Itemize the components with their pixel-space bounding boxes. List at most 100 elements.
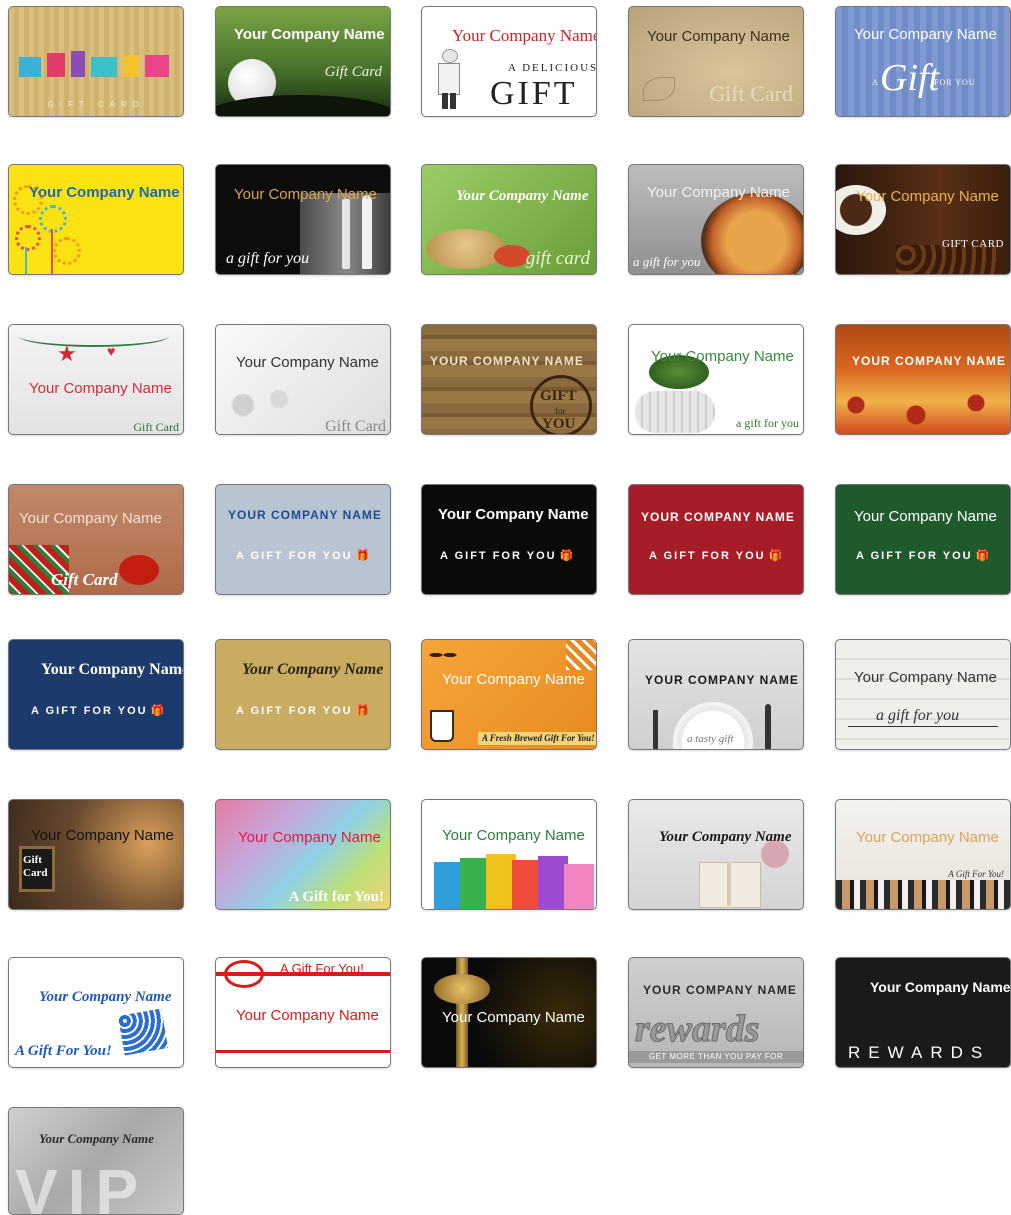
company-name: Your Company Name	[31, 827, 174, 844]
company-name: Your Company Name	[234, 26, 385, 43]
gift-card-black-cutlery[interactable]: Your Company Name a gift for you	[215, 164, 391, 275]
gift-card-gift-box-photo[interactable]: Your Company Name	[628, 799, 804, 910]
card-kicker: A DELICIOUS	[508, 62, 597, 74]
gift-card-light-blue[interactable]: YOUR COMPANY NAME A GIFT FOR YOU 🎁	[215, 484, 391, 595]
company-name: Your Company Name	[452, 26, 597, 45]
company-name: Your Company Name	[234, 186, 377, 203]
card-caption: A Gift For You!	[280, 961, 364, 976]
sombrero-image	[426, 229, 506, 269]
star-ornament-icon: ★	[57, 341, 77, 366]
gift-card-navy[interactable]: Your Company Name A GIFT FOR YOU 🎁	[8, 639, 184, 750]
gift-card-golf[interactable]: Your Company Name Gift Card	[215, 6, 391, 117]
company-name: Your Company Name	[854, 508, 997, 525]
gift-card-whitewash-wood[interactable]: Your Company Name a gift for you	[835, 639, 1011, 750]
gift-card-rewards-black[interactable]: Your Company Name REWARDS	[835, 957, 1011, 1068]
card-caption: A GIFT FOR YOU 🎁	[236, 706, 371, 717]
card-caption: VIP	[15, 1156, 149, 1215]
gift-card-holiday-snow[interactable]: ★ ♥ Your Company Name Gift Card	[8, 324, 184, 435]
pepper-image	[119, 555, 159, 585]
gift-card-yellow-flowers[interactable]: Your Company Name	[8, 164, 184, 275]
presents-illustration	[19, 49, 175, 79]
card-caption: Gift Card	[325, 418, 386, 435]
card-caption: REWARDS	[848, 1043, 991, 1062]
gift-card-coffee[interactable]: Your Company Name GIFT CARD	[835, 164, 1011, 275]
knife-icon	[765, 704, 771, 749]
company-name: YOUR COMPANY NAME	[430, 354, 584, 368]
gift-card-red-ribbon[interactable]: A Gift For You! Your Company Name	[215, 957, 391, 1068]
gift-card-vip[interactable]: Your Company Name VIP	[8, 1107, 184, 1215]
company-name: Your Company Name	[236, 1007, 379, 1024]
card-caption: Gift	[880, 57, 940, 99]
floral-pattern	[216, 375, 306, 434]
company-name: YOUR COMPANY NAME	[643, 983, 797, 997]
card-caption: GIFT CARD	[47, 100, 145, 109]
caption-text: A GIFT FOR YOU	[440, 550, 557, 562]
stamp-suffix: YOU	[542, 416, 576, 432]
company-name: Your Company Name	[651, 348, 794, 365]
card-caption: a gift for you	[226, 250, 310, 267]
gift-card-wood-stamp[interactable]: YOUR COMPANY NAME GIFT for YOU	[421, 324, 597, 435]
gift-card-fiesta[interactable]: Your Company Name gift card	[421, 164, 597, 275]
knife-icon	[362, 195, 372, 269]
gift-card-green[interactable]: Your Company Name A GIFT FOR YOU 🎁	[835, 484, 1011, 595]
gift-card-black[interactable]: Your Company Name A GIFT FOR YOU 🎁	[421, 484, 597, 595]
gift-card-spa[interactable]: Your Company Name a gift for you	[628, 324, 804, 435]
fork-icon	[653, 710, 658, 749]
leaf-illustration	[643, 77, 675, 101]
chef-illustration	[434, 49, 462, 111]
company-name: Your Company Name	[856, 829, 999, 846]
gift-card-rewards-silver[interactable]: YOUR COMPANY NAME rewards GET MORE THAN …	[628, 957, 804, 1068]
ribbon-bottom	[216, 1050, 390, 1053]
gift-card-red[interactable]: YOUR COMPANY NAME A GIFT FOR YOU 🎁	[628, 484, 804, 595]
fork-icon	[342, 199, 350, 269]
card-caption: A GIFT FOR YOU 🎁	[440, 551, 575, 562]
company-name: Your Company Name	[442, 827, 585, 844]
card-caption: A Gift for You!	[288, 889, 384, 905]
gift-card-pizza[interactable]: Your Company Name a gift for you	[628, 164, 804, 275]
gift-card-restaurant[interactable]: Your Company Name Gift Card	[8, 799, 184, 910]
caption-text: A GIFT FOR YOU	[856, 550, 973, 562]
gift-card-surprise-box[interactable]: Your Company Name A Gift For You!	[8, 957, 184, 1068]
gift-icon: 🎁	[150, 705, 167, 717]
card-caption: gift card	[525, 248, 590, 269]
company-name: YOUR COMPANY NAME	[852, 354, 1006, 368]
gift-card-gold[interactable]: Your Company Name A GIFT FOR YOU 🎁	[215, 639, 391, 750]
gift-card-mexican[interactable]: Your Company Name Gift Card	[8, 484, 184, 595]
gift-card-silver-floral[interactable]: Your Company Name Gift Card	[215, 324, 391, 435]
card-caption: A GIFT FOR YOU 🎁	[856, 551, 991, 562]
ribbon	[727, 862, 731, 906]
garland-decoration	[19, 325, 169, 347]
gift-card-orange-coffee[interactable]: Your Company Name A Fresh Brewed Gift Fo…	[421, 639, 597, 750]
caption-text: A GIFT FOR YOU	[236, 705, 353, 717]
gift-card-tasty-plate[interactable]: YOUR COMPANY NAME a tasty gift	[628, 639, 804, 750]
stamp-text: GIFT	[540, 388, 577, 404]
flourish-line	[848, 726, 998, 727]
gift-card-blue-stripes[interactable]: Your Company Name A Gift FOR YOU	[835, 6, 1011, 117]
company-name: YOUR COMPANY NAME	[645, 673, 799, 687]
gift-card-salon[interactable]: Your Company Name A Gift For You!	[835, 799, 1011, 910]
stripe-corner	[566, 640, 596, 670]
card-caption: Gift Card	[709, 81, 793, 106]
company-name: Your Company Name	[647, 28, 790, 45]
card-caption: A Gift For You!	[948, 869, 1004, 879]
company-name: Your Company Name	[870, 979, 1011, 995]
gift-card-parchment[interactable]: Your Company Name Gift Card	[628, 6, 804, 117]
gift-card-pizza-slice[interactable]: YOUR COMPANY NAME	[835, 324, 1011, 435]
bow-icon	[224, 960, 264, 988]
company-name: Your Company Name	[238, 829, 381, 846]
company-name: Your Company Name	[41, 661, 184, 678]
gift-card-presents[interactable]: GIFT CARD	[8, 6, 184, 117]
gift-card-gold-bow[interactable]: Your Company Name	[421, 957, 597, 1068]
card-caption: a tasty gift	[687, 733, 734, 745]
gift-icon: 🎁	[975, 550, 992, 562]
gift-card-shopping-bags[interactable]: Your Company Name	[421, 799, 597, 910]
company-name: Your Company Name	[442, 1009, 585, 1026]
gift-box-image	[117, 1008, 169, 1056]
card-caption: Gift Card	[133, 420, 179, 434]
gift-card-delicious[interactable]: Your Company Name A DELICIOUS GIFT	[421, 6, 597, 117]
gift-card-glitter[interactable]: Your Company Name A Gift for You!	[215, 799, 391, 910]
caption-text: A GIFT FOR YOU	[649, 550, 766, 562]
salon-tools-image	[836, 880, 1010, 909]
towel-image	[635, 391, 715, 433]
company-name: Your Company Name	[438, 506, 589, 523]
